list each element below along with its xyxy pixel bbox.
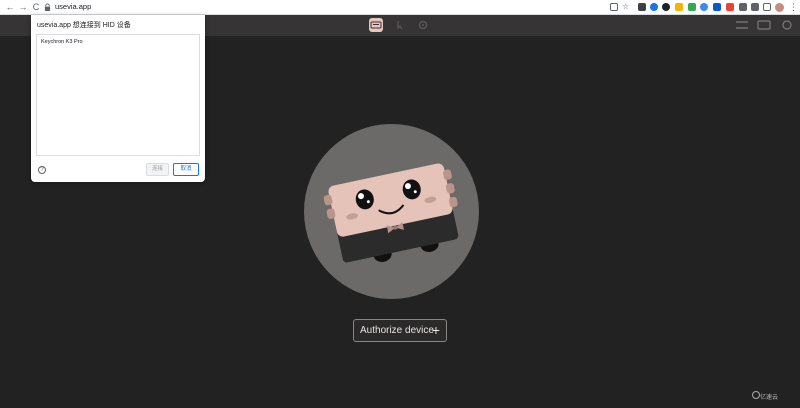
hid-permission-dialog: usevia.app 想连接到 HID 设备 Keychron K3 Pro ?	[31, 15, 205, 182]
extension-icon[interactable]	[638, 3, 646, 11]
side-panel-icon[interactable]	[763, 3, 771, 11]
browser-menu-button[interactable]: ⋮	[789, 1, 798, 13]
avatar[interactable]	[774, 1, 785, 13]
extension-icon[interactable]	[739, 3, 747, 11]
watermark-logo-icon	[752, 391, 760, 399]
browser-toolbar: ← → C usevia.app ☆ ⋮	[0, 0, 800, 15]
device-list: Keychron K3 Pro	[36, 34, 200, 156]
keyboard-outline-icon[interactable]	[757, 19, 771, 31]
forward-button[interactable]: →	[17, 1, 29, 13]
sliders-icon[interactable]	[735, 19, 749, 31]
authorize-device-label: Authorize device	[360, 325, 434, 336]
plus-icon: +	[431, 322, 440, 338]
extension-icon[interactable]	[662, 3, 670, 11]
settings-icon[interactable]	[780, 19, 794, 31]
extension-icon[interactable]	[688, 3, 696, 11]
extension-icon[interactable]	[713, 3, 721, 11]
authorize-device-button[interactable]: Authorize device +	[353, 319, 447, 342]
keyboard-mascot-illustration	[323, 163, 459, 263]
dialog-title: usevia.app 想连接到 HID 设备	[37, 22, 131, 29]
help-icon[interactable]: ?	[38, 166, 46, 174]
cancel-button[interactable]: 取消	[173, 163, 199, 176]
lock-icon	[44, 3, 51, 11]
reload-button[interactable]: C	[30, 1, 42, 13]
extension-icon[interactable]	[726, 3, 734, 11]
share-icon[interactable]	[610, 3, 618, 11]
gear-icon[interactable]	[416, 18, 430, 32]
pointer-icon[interactable]	[393, 18, 407, 32]
watermark: 亿速云	[760, 395, 779, 401]
bookmark-star-icon[interactable]: ☆	[622, 3, 630, 11]
back-button[interactable]: ←	[4, 1, 16, 13]
device-list-item[interactable]: Keychron K3 Pro	[41, 39, 83, 46]
address-bar[interactable]: usevia.app	[55, 2, 91, 12]
connect-button[interactable]: 连接	[146, 163, 169, 176]
keyboard-icon[interactable]	[369, 18, 383, 32]
puzzle-icon[interactable]	[751, 3, 759, 11]
extension-icon[interactable]	[650, 3, 658, 11]
extension-icon[interactable]	[675, 3, 683, 11]
extension-icon[interactable]	[700, 3, 708, 11]
